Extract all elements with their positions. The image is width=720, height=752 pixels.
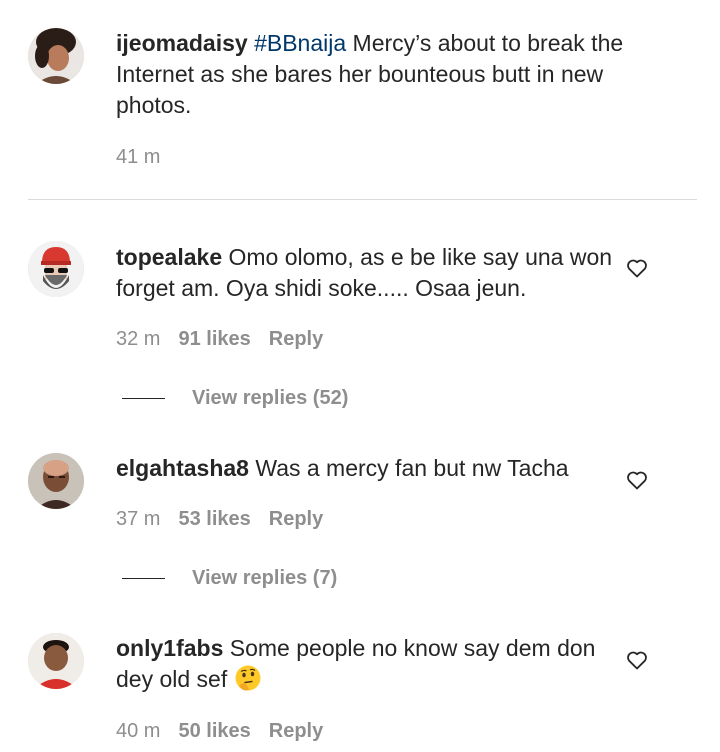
replies-line bbox=[122, 578, 165, 579]
comment-likes[interactable]: 53 likes bbox=[178, 508, 250, 530]
caption-divider bbox=[28, 199, 697, 200]
caption-text: ijeomadaisy #BBnaija Mercy’s about to br… bbox=[116, 28, 676, 121]
comment-avatar[interactable] bbox=[28, 241, 84, 297]
comment-text: topealake Omo olomo, as e be like say un… bbox=[116, 242, 616, 304]
view-replies-label[interactable]: View replies (52) bbox=[192, 386, 348, 410]
caption-meta: 41 m bbox=[116, 145, 178, 169]
comment-username[interactable]: elgahtasha8 bbox=[116, 455, 249, 481]
comment-likes[interactable]: 91 likes bbox=[178, 328, 250, 350]
comment-username[interactable]: only1fabs bbox=[116, 635, 223, 661]
comment-body: Was a mercy fan but nw Tacha bbox=[248, 455, 569, 481]
heart-outline-icon[interactable] bbox=[625, 648, 649, 672]
reply-button[interactable]: Reply bbox=[269, 508, 323, 530]
replies-line bbox=[122, 398, 165, 399]
comment-avatar[interactable] bbox=[28, 633, 84, 689]
comment-text: only1fabs Some people no know say dem do… bbox=[116, 633, 616, 695]
avatar-bearded-man-icon bbox=[28, 241, 84, 297]
comment-timestamp: 40 m bbox=[116, 720, 161, 742]
caption-username[interactable]: ijeomadaisy bbox=[116, 30, 248, 56]
comment-avatar[interactable] bbox=[28, 453, 84, 509]
reply-button[interactable]: Reply bbox=[269, 328, 323, 350]
avatar-photo-icon bbox=[28, 633, 84, 689]
comment-likes[interactable]: 50 likes bbox=[178, 720, 250, 742]
comment-meta: 40 m 50 likes Reply bbox=[116, 719, 341, 743]
avatar-photo-icon bbox=[28, 28, 84, 84]
comment-username[interactable]: topealake bbox=[116, 244, 222, 270]
comment-meta: 37 m 53 likes Reply bbox=[116, 507, 341, 531]
view-replies-label[interactable]: View replies (7) bbox=[192, 566, 337, 590]
comment-text: elgahtasha8 Was a mercy fan but nw Tacha bbox=[116, 453, 616, 484]
caption-hashtag[interactable]: #BBnaija bbox=[254, 30, 346, 56]
caption-avatar[interactable] bbox=[28, 28, 84, 84]
caption-timestamp: 41 m bbox=[116, 146, 161, 168]
thinking-face-emoji-icon bbox=[235, 665, 261, 691]
comment-meta: 32 m 91 likes Reply bbox=[116, 327, 341, 351]
reply-button[interactable]: Reply bbox=[269, 720, 323, 742]
heart-outline-icon[interactable] bbox=[625, 468, 649, 492]
comment-timestamp: 37 m bbox=[116, 508, 161, 530]
avatar-photo-icon bbox=[28, 453, 84, 509]
comment-timestamp: 32 m bbox=[116, 328, 161, 350]
heart-outline-icon[interactable] bbox=[625, 256, 649, 280]
